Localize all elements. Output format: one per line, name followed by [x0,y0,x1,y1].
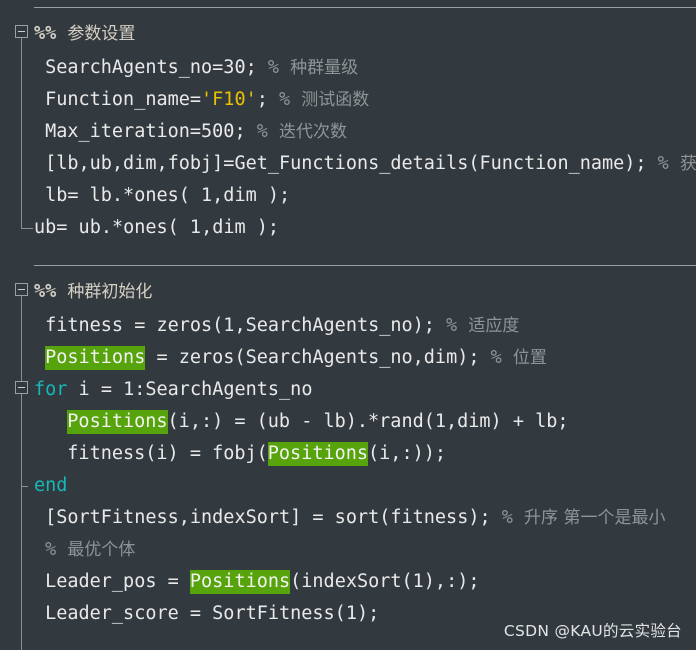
highlighted-variable-token: Positions [45,346,146,370]
code-token: i = 1:SearchAgents_no [67,379,313,400]
code-token: = zeros(SearchAgents_no,dim); [145,347,480,368]
keyword-token: for [34,379,68,400]
csdn-watermark: CSDN @KAU的云实验台 [503,622,682,640]
comment-token: 适应度 [468,316,520,336]
section-token: %% [34,23,57,44]
highlighted-variable-token: Positions [67,410,168,434]
code-editor-canvas[interactable]: %% 参数设置 SearchAgents_no=30; % 种群量级 Functio… [0,0,696,650]
section-divider [34,265,696,266]
code-token: [lb,ub,dim,fobj]=Get_Functions_details(F… [45,153,647,174]
code-token: fitness = zeros(1,SearchAgents_no); [45,315,435,336]
fold-toggle-for-block[interactable] [15,381,28,394]
code-token: (i,:) = (ub - lb).*rand(1,dim) + lb; [167,411,569,432]
code-line[interactable]: Max_iteration=500; % 迭代次数 [45,116,347,148]
comment-token: 测试函数 [301,90,370,110]
highlighted-variable-token: Positions [267,442,369,466]
code-line[interactable]: %% 参数设置 [34,18,135,50]
code-line[interactable]: [SortFitness,indexSort] = sort(fitness);… [45,502,665,534]
code-line[interactable]: Positions(i,:) = (ub - lb).*rand(1,dim) … [67,406,569,438]
fold-toggle-section-1[interactable] [15,25,28,38]
fold-range-line [21,296,22,650]
matlab-editor-window: %% 参数设置 SearchAgents_no=30; % 种群量级 Functio… [0,0,696,650]
comment-token: 迭代次数 [279,122,347,142]
code-token: (i,:)); [368,443,446,464]
section-token: %% [34,281,57,302]
code-token: (indexSort(1),:); [290,571,480,592]
fold-block-end-tick [21,486,28,487]
code-token: Leader_score = SortFitness(1); [45,603,380,624]
code-line[interactable]: fitness(i) = fobj(Positions(i,:)); [67,438,446,470]
code-line[interactable]: end [34,470,67,502]
comment-token: 最优个体 [67,540,136,560]
comment-token: % [479,347,513,368]
code-token: lb= lb.*ones( 1,dim ); [45,185,291,206]
code-token: Max_iteration=500; [45,121,246,142]
section-token: 种群初始化 [67,282,153,302]
comment-token: % [256,57,291,78]
comment-token: 位置 [512,348,547,368]
comment-token: 升序 第一个是最小 [524,508,666,528]
section-divider [34,7,696,8]
code-token: [SortFitness,indexSort] = sort(fitness); [45,507,491,528]
code-token: ; [256,89,280,110]
code-line[interactable]: for i = 1:SearchAgents_no [34,374,312,406]
highlighted-variable-token: Positions [189,570,291,594]
code-token: fitness(i) = fobj( [67,443,268,464]
comment-token: % [279,89,302,110]
code-line[interactable]: Leader_score = SortFitness(1); [45,598,379,630]
code-line[interactable]: Positions = zeros(SearchAgents_no,dim); … [45,342,547,374]
code-line[interactable]: lb= lb.*ones( 1,dim ); [45,180,290,212]
code-token: ub= ub.*ones( 1,dim ); [34,217,280,238]
code-line[interactable]: fitness = zeros(1,SearchAgents_no); % 适应… [45,310,519,342]
fold-range-line [21,38,22,228]
fold-toggle-section-2[interactable] [15,283,28,296]
code-line[interactable]: %% 种群初始化 [34,276,152,308]
code-line[interactable]: SearchAgents_no=30; % 种群量级 [45,52,358,84]
code-line[interactable]: Function_name='F10'; % 测试函数 [45,84,369,116]
keyword-token: end [34,475,68,496]
code-line[interactable]: [lb,ub,dim,fobj]=Get_Functions_details(F… [45,148,696,180]
comment-token: 种群量级 [290,58,359,78]
code-line[interactable]: ub= ub.*ones( 1,dim ); [34,212,279,244]
comment-token: % [434,315,469,336]
string-token: 'F10' [201,89,257,110]
fold-range-end-hook [21,228,33,229]
comment-token: 获 [679,154,696,174]
code-token: Leader_pos = [45,571,190,592]
code-token: SearchAgents_no=30; [45,57,257,78]
comment-token: % [245,121,279,142]
comment-token: % [490,507,525,528]
comment-token: % [646,153,680,174]
code-line[interactable]: % 最优个体 [45,534,135,566]
section-token: 参数设置 [67,24,136,44]
code-line[interactable]: Leader_pos = Positions(indexSort(1),:); [45,566,480,598]
comment-token: % [45,539,68,560]
code-token: Function_name= [45,89,202,110]
